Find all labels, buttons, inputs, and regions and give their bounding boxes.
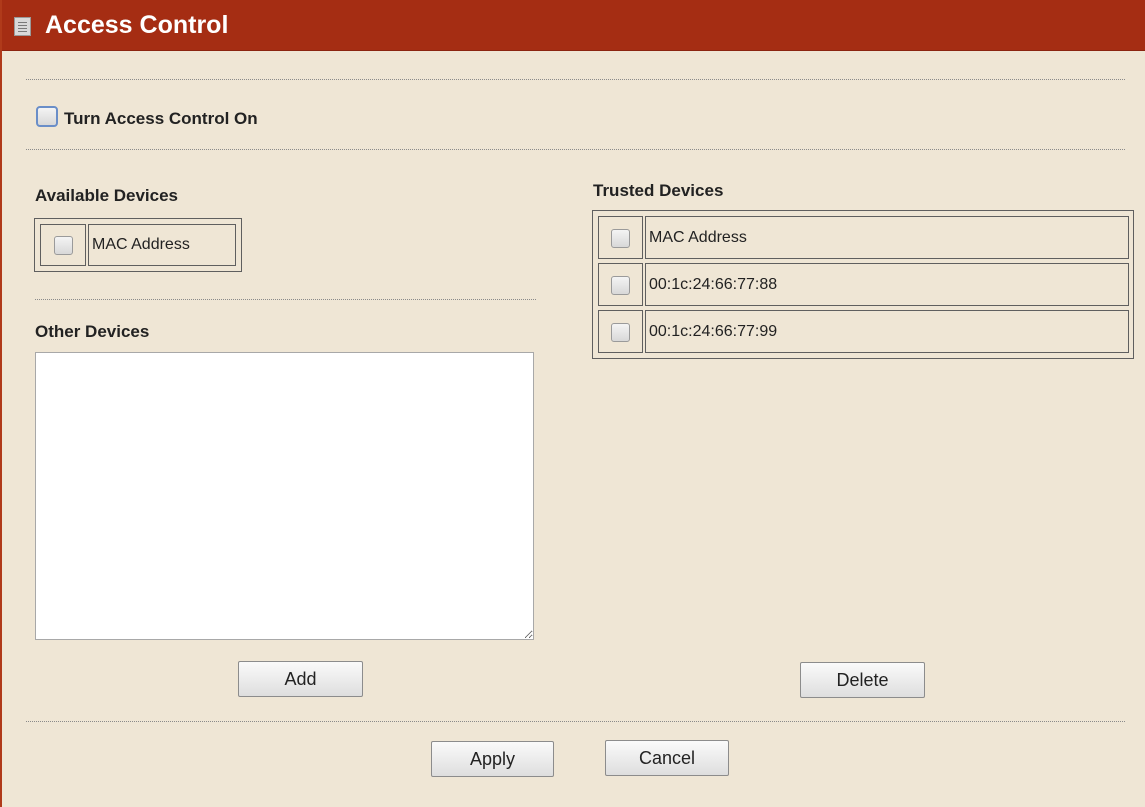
table-row: 00:1c:24:66:77:99: [645, 310, 1129, 353]
divider-top: [26, 79, 1125, 80]
add-button[interactable]: Add: [238, 661, 363, 697]
row-checkbox[interactable]: [611, 323, 630, 342]
delete-button[interactable]: Delete: [800, 662, 925, 698]
access-control-toggle-checkbox[interactable]: [36, 106, 58, 127]
available-devices-heading: Available Devices: [35, 186, 179, 205]
trusted-devices-table: MAC Address 00:1c:24:66:77:88 00:1c:24:6…: [592, 210, 1134, 359]
select-all-trusted-checkbox[interactable]: [611, 229, 630, 248]
access-control-toggle-label: Turn Access Control On: [64, 109, 258, 128]
mac-address-cell: 00:1c:24:66:77:88: [649, 276, 778, 293]
access-control-panel: Access Control Turn Access Control On Av…: [0, 0, 1145, 807]
title-bar: Access Control: [2, 0, 1145, 51]
available-devices-table: MAC Address: [34, 218, 242, 272]
apply-button[interactable]: Apply: [431, 741, 554, 777]
other-devices-textarea[interactable]: [35, 352, 534, 640]
table-header-mac-label: MAC Address: [649, 229, 747, 246]
divider-bottom: [26, 721, 1125, 722]
table-header-select-cell: [598, 216, 643, 259]
trusted-devices-heading: Trusted Devices: [593, 181, 724, 200]
divider-available-other: [35, 299, 536, 300]
row-checkbox[interactable]: [611, 276, 630, 295]
cancel-button[interactable]: Cancel: [605, 740, 729, 776]
page-title: Access Control: [45, 11, 229, 39]
divider-toggle: [26, 149, 1125, 150]
document-list-icon: [14, 17, 31, 36]
mac-address-cell: 00:1c:24:66:77:99: [649, 323, 778, 340]
table-header-mac-cell: MAC Address: [645, 216, 1129, 259]
table-row-select-cell: [598, 263, 643, 306]
table-row-select-cell: [598, 310, 643, 353]
select-all-available-checkbox[interactable]: [54, 236, 73, 255]
table-header-select-cell: [40, 224, 86, 266]
table-header-mac-cell: MAC Address: [88, 224, 236, 266]
other-devices-heading: Other Devices: [35, 322, 150, 341]
table-header-mac-label: MAC Address: [92, 236, 190, 253]
table-row: 00:1c:24:66:77:88: [645, 263, 1129, 306]
